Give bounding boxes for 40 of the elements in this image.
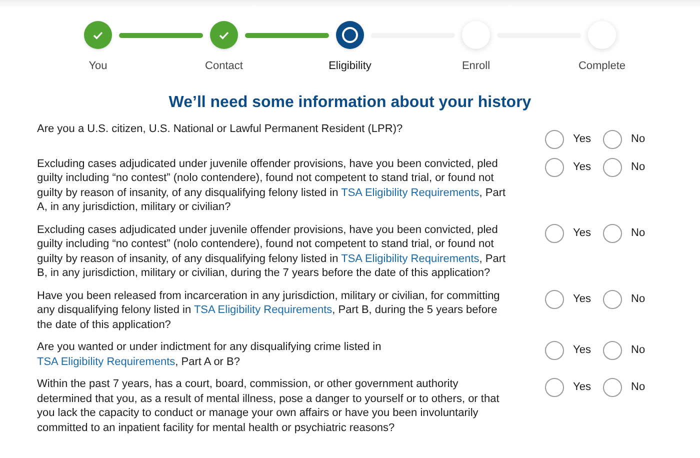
option-label: Yes: [573, 380, 592, 396]
question-text: Excluding cases adjudicated under juvenile offender provisions, have you been convicted, pled guilty including “no contest” (nolo contendere), found not competent to stand trial, or found not guilty by reason of insanity, of any disqualifying felony listed in TSA Eligibility Requirements, Part B, in any jurisdiction, military or civilian, during the 7 years before the date of this application?: [37, 222, 507, 280]
radio-button[interactable]: [603, 224, 622, 242]
question-text: Within the past 7 years, has a court, board, commission, or other government authority determined that you, as a result of mental illness, pose a danger to yourself or to others, or that you lack the capacity to conduct or manage your own affairs or have you been involuntarily committed to an inpatient facility for mental health or psychiatric reasons?: [37, 377, 500, 435]
option-label: Yes: [573, 343, 592, 358]
step-label: Eligibility: [328, 59, 372, 74]
option-label: Yes: [573, 132, 592, 147]
option-label: No: [631, 380, 646, 396]
question-text: Have you been released from incarceration in any jurisdiction, military or civilian, for committing any disqualifying felony listed in TSA Eligibility Requirements, Part B, during the 5 years before the date of this application?: [37, 288, 501, 332]
radio-button[interactable]: [545, 290, 564, 308]
radio-button[interactable]: [603, 158, 622, 176]
step-label: You: [88, 59, 108, 74]
radio-button[interactable]: [603, 130, 622, 148]
radio-button[interactable]: [603, 341, 622, 360]
question-text: Excluding cases adjudicated under juvenile offender provisions, have you been convicted, pled guilty including “no contest” (nolo contendere), found not competent to stand trial, or found not guilty by reason of insanity, of any disqualifying felony listed in TSA Eligibility Requirements, Part A, in any jurisdiction, military or civilian?: [37, 156, 507, 214]
radio-button[interactable]: [545, 158, 564, 176]
option-label: No: [631, 160, 646, 175]
radio-button[interactable]: [545, 130, 564, 148]
option-label: No: [631, 226, 646, 241]
question-text: Are you wanted or under indictment for any disqualifying crime listed in TSA Eligibility Requirements, Part A or B?: [37, 340, 382, 369]
eligibility-link[interactable]: TSA Eligibility Requirements: [37, 356, 176, 368]
question-text: Are you a U.S. citizen, U.S. National or Lawful Permanent Resident (LPR)?: [37, 122, 404, 136]
radio-button[interactable]: [603, 290, 622, 308]
eligibility-link[interactable]: TSA Eligibility Requirements: [341, 186, 480, 198]
option-label: No: [631, 343, 646, 358]
option-label: No: [631, 292, 646, 307]
radio-button[interactable]: [603, 378, 622, 397]
step-label: Enroll: [462, 59, 490, 74]
eligibility-link[interactable]: TSA Eligibility Requirements: [341, 252, 480, 264]
radio-button[interactable]: [545, 224, 564, 242]
option-label: No: [631, 132, 646, 147]
step-label: Contact: [205, 59, 243, 74]
option-label: Yes: [573, 226, 592, 241]
page-heading: We’ll need some information about your history: [168, 92, 532, 112]
step-label: Complete: [578, 59, 626, 74]
option-label: Yes: [573, 160, 592, 175]
radio-button[interactable]: [545, 341, 564, 360]
option-label: Yes: [573, 292, 592, 307]
eligibility-link[interactable]: TSA Eligibility Requirements: [194, 304, 332, 316]
radio-button[interactable]: [545, 378, 564, 397]
